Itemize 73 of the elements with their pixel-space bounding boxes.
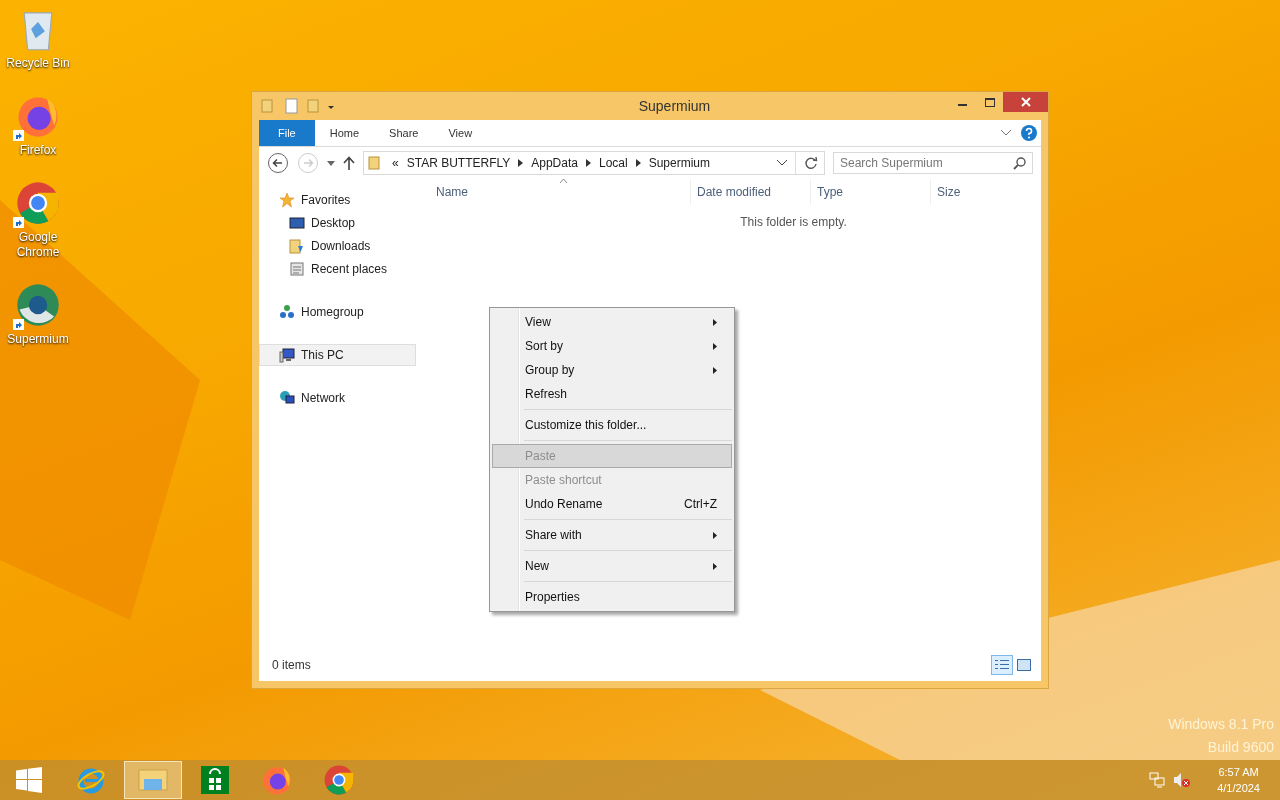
shortcut-arrow-icon: [13, 319, 24, 330]
breadcrumb[interactable]: Local: [598, 156, 628, 170]
shortcut-arrow-icon: [13, 217, 24, 228]
back-button-icon[interactable]: [267, 152, 289, 174]
nav-item[interactable]: Homegroup: [259, 301, 416, 323]
nav-item[interactable]: This PC: [259, 344, 416, 366]
maximize-icon: [984, 97, 995, 107]
windows-edition-text: Windows 8.1 Pro: [1168, 715, 1274, 734]
up-arrow-icon[interactable]: [343, 156, 355, 170]
menu-item[interactable]: Customize this folder...: [492, 413, 732, 437]
volume-icon[interactable]: [1173, 772, 1192, 788]
menu-item[interactable]: Undo Rename Ctrl+Z: [492, 492, 732, 516]
window-title: Supermium: [637, 98, 712, 114]
nav-item[interactable]: Downloads: [259, 235, 416, 257]
close-icon: [1020, 97, 1031, 107]
windows-logo-icon[interactable]: [16, 767, 42, 793]
ribbon-tab[interactable]: File: [259, 120, 315, 146]
menu-item[interactable]: Refresh: [492, 382, 732, 406]
column-header[interactable]: Type: [811, 179, 931, 205]
search-field[interactable]: Search Supermium: [833, 152, 1033, 174]
nav-item[interactable]: Desktop: [259, 212, 416, 234]
nav-item[interactable]: Network: [259, 387, 416, 409]
chrome-logo-icon[interactable]: [15, 180, 61, 226]
nav-item[interactable]: Favorites: [259, 189, 416, 211]
star-icon: [279, 192, 295, 208]
network-icon: [279, 390, 295, 406]
sort-ascending-caret-icon: [560, 179, 567, 183]
windows-edition-text: Build 9600: [1207, 738, 1274, 757]
view-toggle-button[interactable]: [991, 655, 1013, 675]
shortcut-arrow-icon: [13, 130, 24, 141]
ribbon-tab[interactable]: View: [433, 120, 488, 146]
menu-item[interactable]: Sort by: [492, 334, 732, 358]
recent-places-icon: [289, 261, 305, 277]
column-header[interactable]: Date modified: [691, 179, 811, 205]
breadcrumb[interactable]: STAR BUTTERFLY: [406, 156, 511, 170]
dropdown-chevron-icon[interactable]: [777, 160, 787, 166]
refresh-icon[interactable]: [804, 156, 818, 170]
firefox-logo-icon[interactable]: [261, 764, 293, 796]
menu-item[interactable]: View: [492, 310, 732, 334]
close-button[interactable]: [1003, 92, 1048, 112]
column-header[interactable]: Size: [931, 179, 1011, 205]
item-count: 0 items: [272, 658, 311, 672]
menu-item[interactable]: Share with: [492, 523, 732, 547]
breadcrumb[interactable]: Supermium: [648, 156, 710, 170]
desktop-icon: [289, 215, 305, 231]
menu-item[interactable]: Properties: [492, 585, 732, 609]
supermium-logo-icon[interactable]: [15, 282, 61, 328]
breadcrumb-chevron-icon: [518, 159, 524, 167]
computer-icon: [279, 347, 295, 363]
breadcrumb-chevron-icon: [635, 159, 641, 167]
menu-item[interactable]: Group by: [492, 358, 732, 382]
expand-ribbon-chevron-icon[interactable]: [1001, 130, 1011, 136]
recent-locations-caret-icon[interactable]: [327, 160, 335, 166]
shortcut-text: Ctrl+Z: [684, 497, 717, 511]
ribbon-tab[interactable]: Home: [314, 120, 375, 146]
ribbon-tab[interactable]: Share: [374, 120, 434, 146]
column-header[interactable]: Name: [436, 179, 691, 205]
homegroup-icon: [279, 304, 295, 320]
empty-folder-message: This folder is empty.: [739, 215, 848, 229]
large-icons-view-icon: [1017, 659, 1031, 671]
details-view-icon: [995, 659, 1009, 671]
nav-item[interactable]: Recent places: [259, 258, 416, 280]
downloads-folder-icon: [289, 238, 305, 254]
address-bar[interactable]: « STAR BUTTERFLY AppData Local Supermium: [363, 151, 825, 175]
chrome-logo-icon[interactable]: [323, 764, 355, 796]
store-bag-icon[interactable]: [200, 765, 230, 795]
minimize-icon: [958, 104, 967, 106]
breadcrumb[interactable]: AppData: [531, 156, 578, 170]
search-icon: [1013, 157, 1026, 170]
address-overflow[interactable]: «: [392, 156, 399, 170]
menu-item[interactable]: New: [492, 554, 732, 578]
breadcrumb-chevron-icon: [585, 159, 591, 167]
help-icon[interactable]: [1021, 125, 1037, 141]
